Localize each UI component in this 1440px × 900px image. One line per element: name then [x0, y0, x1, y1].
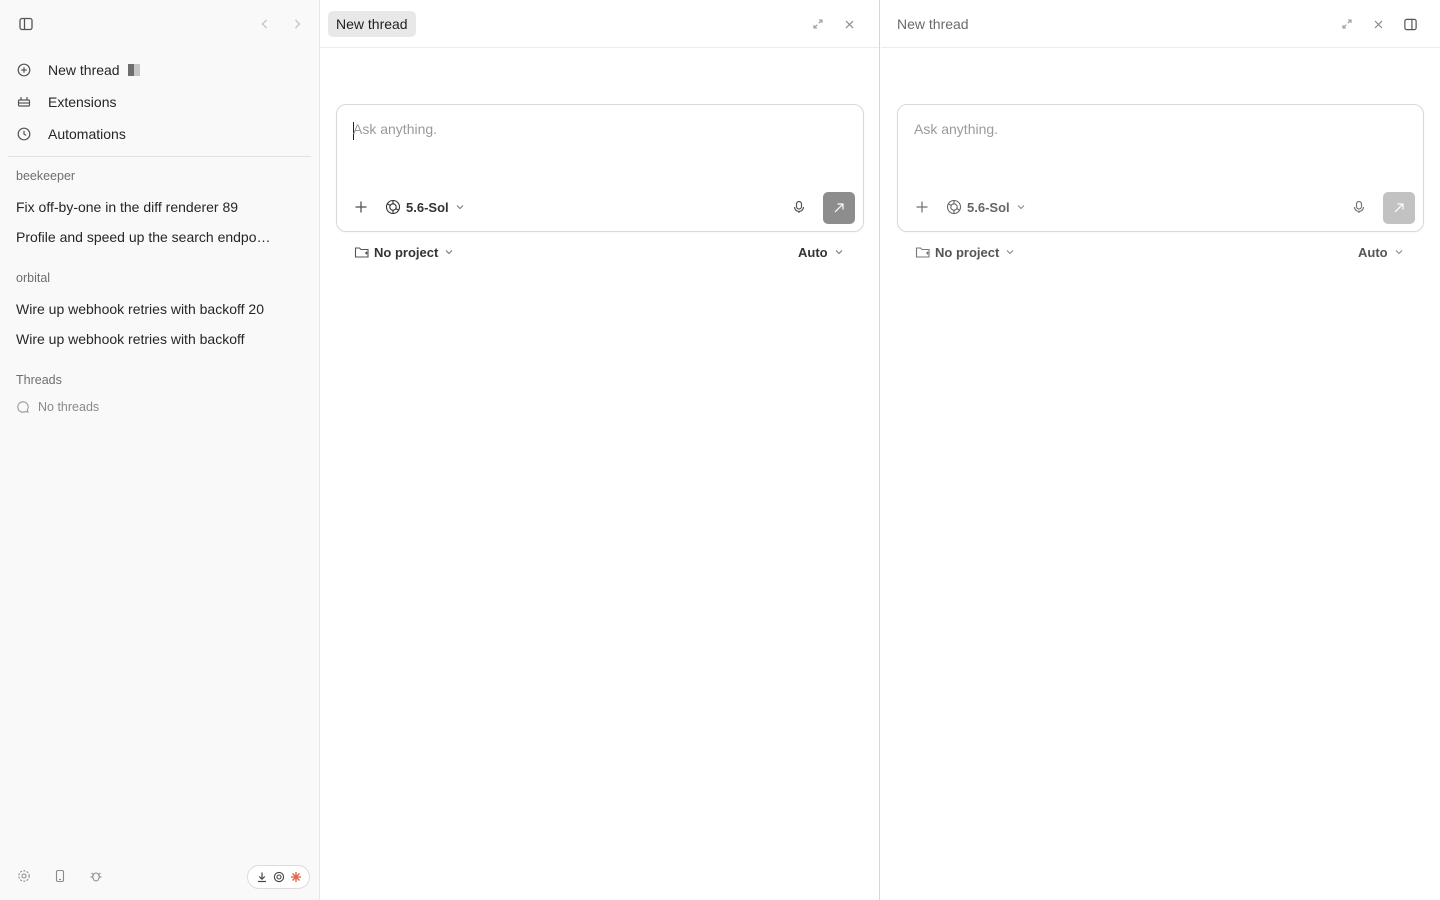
- sidebar-nav: New thread Extensions Automations: [8, 54, 312, 150]
- model-name: 5.6-Sol: [967, 199, 1010, 215]
- phone-icon[interactable]: [50, 866, 70, 886]
- model-selector[interactable]: 5.6-Sol: [385, 197, 465, 217]
- settings-gear-icon[interactable]: [14, 866, 34, 886]
- plus-icon: [355, 201, 367, 213]
- project-group-label: beekeeper: [16, 169, 76, 183]
- add-attachment-button[interactable]: [912, 197, 932, 217]
- microphone-icon: [793, 200, 805, 213]
- composer-options-row: No project Auto: [354, 242, 848, 262]
- bug-icon[interactable]: [86, 866, 106, 886]
- nav-extensions[interactable]: Extensions: [8, 86, 312, 118]
- folder-icon: [915, 244, 931, 260]
- sidebar-footer: [0, 860, 320, 892]
- composer: Ask anything. 5.6-Sol: [897, 104, 1424, 232]
- project-selector[interactable]: No project: [915, 242, 1015, 262]
- download-icon: [256, 871, 268, 883]
- mode-name: Auto: [798, 244, 828, 260]
- chevron-down-icon: [1005, 247, 1015, 257]
- openai-logo-icon: [385, 199, 401, 215]
- pane-title-tab[interactable]: New thread: [889, 11, 977, 37]
- openai-logo-icon: [946, 199, 962, 215]
- thread-pane-left: New thread Ask anything. 5.6-Sol No proj…: [320, 0, 880, 900]
- sidebar-header: [0, 0, 320, 48]
- mode-name: Auto: [1358, 244, 1388, 260]
- send-button[interactable]: [823, 192, 855, 224]
- nav-label: New thread: [48, 62, 120, 78]
- send-arrow-icon: [834, 203, 844, 213]
- clock-icon: [16, 126, 32, 142]
- pane-title-tab[interactable]: New thread: [328, 11, 416, 37]
- nav-label: Extensions: [48, 94, 117, 110]
- openai-logo-icon: [273, 871, 285, 883]
- chevron-down-icon: [834, 247, 844, 257]
- close-icon[interactable]: [839, 14, 859, 34]
- nav-new-thread[interactable]: New thread: [8, 54, 312, 86]
- thread-item[interactable]: Fix off-by-one in the diff renderer 89: [16, 199, 306, 215]
- chevron-down-icon: [1016, 202, 1026, 212]
- chat-bubble-icon: [16, 400, 30, 414]
- model-name: 5.6-Sol: [406, 199, 449, 215]
- thread-item[interactable]: Wire up webhook retries with backoff 20: [16, 301, 306, 317]
- project-name: No project: [935, 244, 1000, 260]
- empty-threads-text: No threads: [38, 400, 100, 414]
- close-icon[interactable]: [1368, 14, 1388, 34]
- send-button[interactable]: [1383, 192, 1415, 224]
- back-arrow-icon[interactable]: [255, 14, 275, 34]
- new-thread-icon: [16, 62, 32, 78]
- project-group-label: orbital: [16, 271, 51, 285]
- thread-pane-right: New thread Ask anything. 5.6-Sol No proj…: [881, 0, 1440, 900]
- mode-selector[interactable]: Auto: [1358, 242, 1404, 262]
- sidebar-divider: [8, 156, 311, 157]
- sidebar: New thread Extensions Automations beekee…: [0, 0, 320, 900]
- toggle-panel-icon[interactable]: [1400, 14, 1420, 34]
- composer-options-row: No project Auto: [915, 242, 1408, 262]
- chevron-down-icon: [455, 202, 465, 212]
- microphone-button[interactable]: [789, 197, 809, 217]
- composer-input[interactable]: Ask anything.: [914, 121, 998, 137]
- pane-header: New thread: [881, 0, 1440, 48]
- forward-arrow-icon[interactable]: [287, 14, 307, 34]
- thread-item[interactable]: Wire up webhook retries with backoff: [16, 331, 306, 347]
- sparkle-icon: [290, 871, 302, 883]
- nav-label: Automations: [48, 126, 126, 142]
- mode-selector[interactable]: Auto: [798, 242, 844, 262]
- pane-header: New thread: [320, 0, 879, 48]
- split-view-icon: [127, 64, 140, 76]
- project-name: No project: [374, 244, 439, 260]
- chevron-down-icon: [444, 247, 454, 257]
- folder-icon: [354, 244, 370, 260]
- composer-input[interactable]: Ask anything.: [353, 121, 437, 137]
- plus-icon: [916, 201, 928, 213]
- expand-icon[interactable]: [1337, 14, 1357, 34]
- microphone-button[interactable]: [1349, 197, 1369, 217]
- thread-item[interactable]: Profile and speed up the search endpoint: [16, 229, 271, 245]
- microphone-icon: [1353, 200, 1365, 213]
- expand-icon[interactable]: [808, 14, 828, 34]
- composer: Ask anything. 5.6-Sol: [336, 104, 864, 232]
- project-selector[interactable]: No project: [354, 242, 454, 262]
- extensions-icon: [16, 94, 32, 110]
- model-selector[interactable]: 5.6-Sol: [946, 197, 1026, 217]
- nav-automations[interactable]: Automations: [8, 118, 312, 150]
- status-pill[interactable]: [247, 865, 310, 889]
- toggle-sidebar-icon[interactable]: [16, 14, 36, 34]
- empty-threads-state: No threads: [16, 398, 99, 416]
- send-arrow-icon: [1394, 203, 1404, 213]
- add-attachment-button[interactable]: [351, 197, 371, 217]
- threads-section-label: Threads: [16, 373, 62, 387]
- chevron-down-icon: [1394, 247, 1404, 257]
